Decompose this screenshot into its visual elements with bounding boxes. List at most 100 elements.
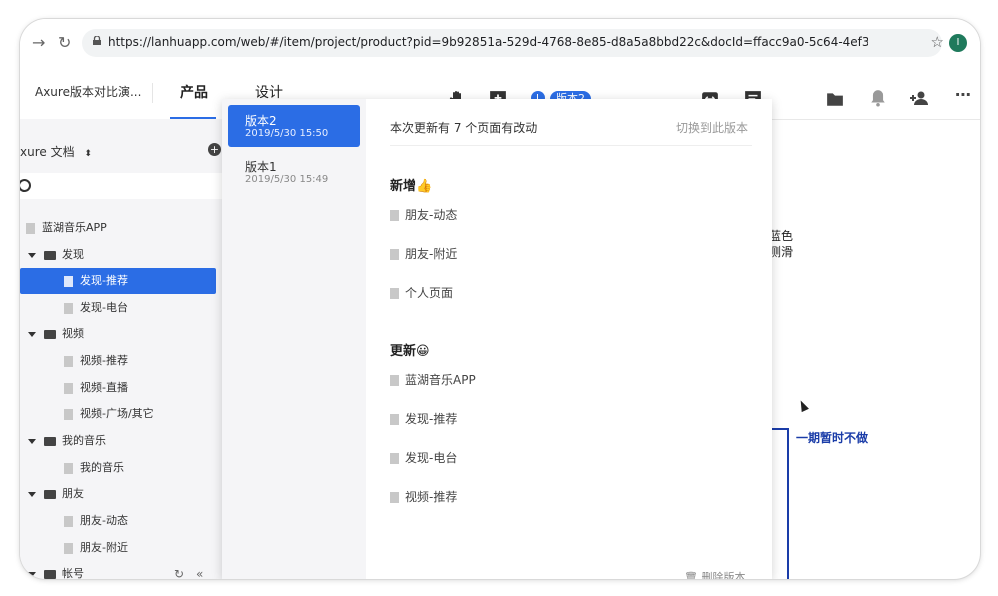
updated-page-item[interactable]: 蓝湖音乐APP	[390, 371, 476, 388]
reload-icon[interactable]: ↻	[58, 33, 71, 53]
sidebar: xure 文档 ⬍ + 蓝湖音乐APP 发现 发现-推荐 发现-电台 视频 视频…	[20, 119, 222, 579]
caret-down-icon[interactable]	[28, 252, 36, 258]
page-label: 发现-推荐	[405, 412, 458, 426]
page-icon	[390, 375, 399, 386]
tree-folder[interactable]: 视频	[28, 321, 84, 347]
delete-version-label: 删除版本	[701, 571, 746, 579]
app-window: → ↻ https://lanhuapp.com/web/#/item/proj…	[20, 19, 980, 579]
page-icon	[64, 355, 73, 367]
page-icon	[390, 492, 399, 503]
add-doc-icon[interactable]: +	[208, 143, 221, 156]
url-text: https://lanhuapp.com/web/#/item/project/…	[108, 35, 868, 49]
version-detail: 本次更新有 7 个页面有改动 切换到此版本 新增👍 朋友-动态 朋友-附近 个人…	[366, 99, 772, 579]
tree-item[interactable]: 蓝湖音乐APP	[26, 215, 107, 241]
tree-folder[interactable]: 我的音乐	[28, 428, 106, 454]
version-name: 版本2	[245, 114, 277, 128]
caret-down-icon[interactable]	[28, 571, 36, 577]
tree-item-label: 发现-推荐	[80, 274, 128, 287]
updated-page-item[interactable]: 视频-推荐	[390, 488, 457, 505]
caret-down-icon[interactable]	[28, 491, 36, 497]
version-name: 版本1	[245, 160, 277, 174]
page-icon	[390, 210, 399, 221]
added-page-item[interactable]: 朋友-附近	[390, 245, 457, 262]
tree-item-label: 视频-推荐	[80, 354, 128, 367]
added-page-item[interactable]: 朋友-动态	[390, 206, 457, 223]
tree-item-label: 视频-直播	[80, 381, 128, 394]
updated-page-item[interactable]: 发现-推荐	[390, 410, 457, 427]
trash-icon: 🗑	[684, 571, 698, 579]
delete-version-button[interactable]: 🗑 删除版本	[684, 569, 745, 579]
tab-product[interactable]: 产品	[180, 82, 208, 102]
more-options-icon[interactable]: ⋯	[955, 85, 973, 104]
updated-page-item[interactable]: 发现-电台	[390, 449, 457, 466]
add-member-icon[interactable]	[909, 89, 929, 107]
tree-item-label: 视频	[62, 327, 84, 340]
annotation-line	[787, 429, 789, 579]
profile-avatar[interactable]: I	[949, 34, 967, 52]
tree-item-label: 发现-电台	[80, 301, 128, 314]
page-icon	[64, 542, 73, 554]
tree-item-label: 我的音乐	[62, 434, 106, 447]
bookmark-star-icon[interactable]: ☆	[931, 33, 944, 51]
change-summary: 本次更新有 7 个页面有改动	[390, 121, 538, 135]
tree-item-label: 我的音乐	[80, 461, 124, 474]
tree-item[interactable]: 视频-推荐	[64, 348, 128, 374]
tree-item[interactable]: 朋友-动态	[64, 508, 128, 534]
header-divider	[152, 83, 153, 103]
page-icon	[64, 302, 73, 314]
tree-item[interactable]: 视频-直播	[64, 375, 128, 401]
divider	[390, 145, 752, 146]
switch-version-button[interactable]: 切换到此版本	[676, 119, 748, 136]
tree-item-label: 蓝湖音乐APP	[42, 221, 107, 234]
folder-icon	[44, 329, 56, 339]
page-icon	[64, 382, 73, 394]
tree-item-label: 朋友-动态	[80, 514, 128, 527]
tree-folder[interactable]: 帐号	[28, 561, 84, 579]
page-icon	[390, 453, 399, 464]
caret-down-icon[interactable]	[28, 331, 36, 337]
refresh-icon[interactable]: ↻	[174, 567, 184, 579]
mouse-cursor-icon	[797, 398, 809, 413]
address-bar[interactable]: https://lanhuapp.com/web/#/item/project/…	[82, 29, 944, 57]
page-icon	[390, 249, 399, 260]
tree-item-label: 视频-广场/其它	[80, 407, 154, 420]
folder-icon	[44, 250, 56, 260]
tree-folder[interactable]: 发现	[28, 242, 84, 268]
folder-icon	[44, 569, 56, 579]
collapse-sidebar-icon[interactable]: «	[196, 567, 203, 579]
project-title[interactable]: Axure版本对比演...	[35, 83, 141, 100]
tree-item[interactable]: 发现-电台	[64, 295, 128, 321]
doc-type-selector[interactable]: xure 文档 ⬍	[20, 143, 92, 160]
tree-item[interactable]: 视频-广场/其它	[64, 401, 154, 427]
forward-arrow-icon[interactable]: →	[32, 33, 45, 53]
version-item[interactable]: 版本1 2019/5/30 15:49	[228, 151, 360, 193]
added-page-item[interactable]: 个人页面	[390, 284, 453, 301]
tree-item-label: 朋友-附近	[80, 541, 128, 554]
tree-item[interactable]: 我的音乐	[64, 455, 124, 481]
tree-item-selected[interactable]: 发现-推荐	[20, 268, 216, 294]
version-date: 2019/5/30 15:50	[245, 128, 329, 139]
page-label: 蓝湖音乐APP	[405, 373, 476, 387]
folder-icon	[44, 489, 56, 499]
browser-toolbar: → ↻ https://lanhuapp.com/web/#/item/proj…	[20, 19, 980, 68]
annotation-note: 一期暂时不做	[796, 431, 869, 445]
notification-bell-icon[interactable]	[869, 89, 887, 107]
tree-folder[interactable]: 朋友	[28, 481, 84, 507]
version-list: 版本2 2019/5/30 15:50 版本1 2019/5/30 15:49	[222, 99, 366, 579]
page-label: 个人页面	[405, 286, 454, 300]
canvas-text: 蓝色	[769, 229, 794, 243]
page-label: 视频-推荐	[405, 490, 458, 504]
tree-item[interactable]: 朋友-附近	[64, 535, 128, 561]
page-icon	[390, 288, 399, 299]
version-date: 2019/5/30 15:49	[245, 174, 329, 185]
caret-down-icon[interactable]	[28, 438, 36, 444]
page-label: 朋友-附近	[405, 247, 458, 261]
page-icon	[64, 275, 73, 287]
canvas-text: 侧滑	[769, 245, 794, 259]
folder-icon[interactable]	[826, 90, 844, 108]
version-item-active[interactable]: 版本2 2019/5/30 15:50	[228, 105, 360, 147]
tree-item-label: 朋友	[62, 487, 84, 500]
doc-type-label: xure 文档	[20, 145, 75, 159]
search-icon	[20, 179, 31, 192]
sidebar-search[interactable]	[20, 173, 222, 199]
